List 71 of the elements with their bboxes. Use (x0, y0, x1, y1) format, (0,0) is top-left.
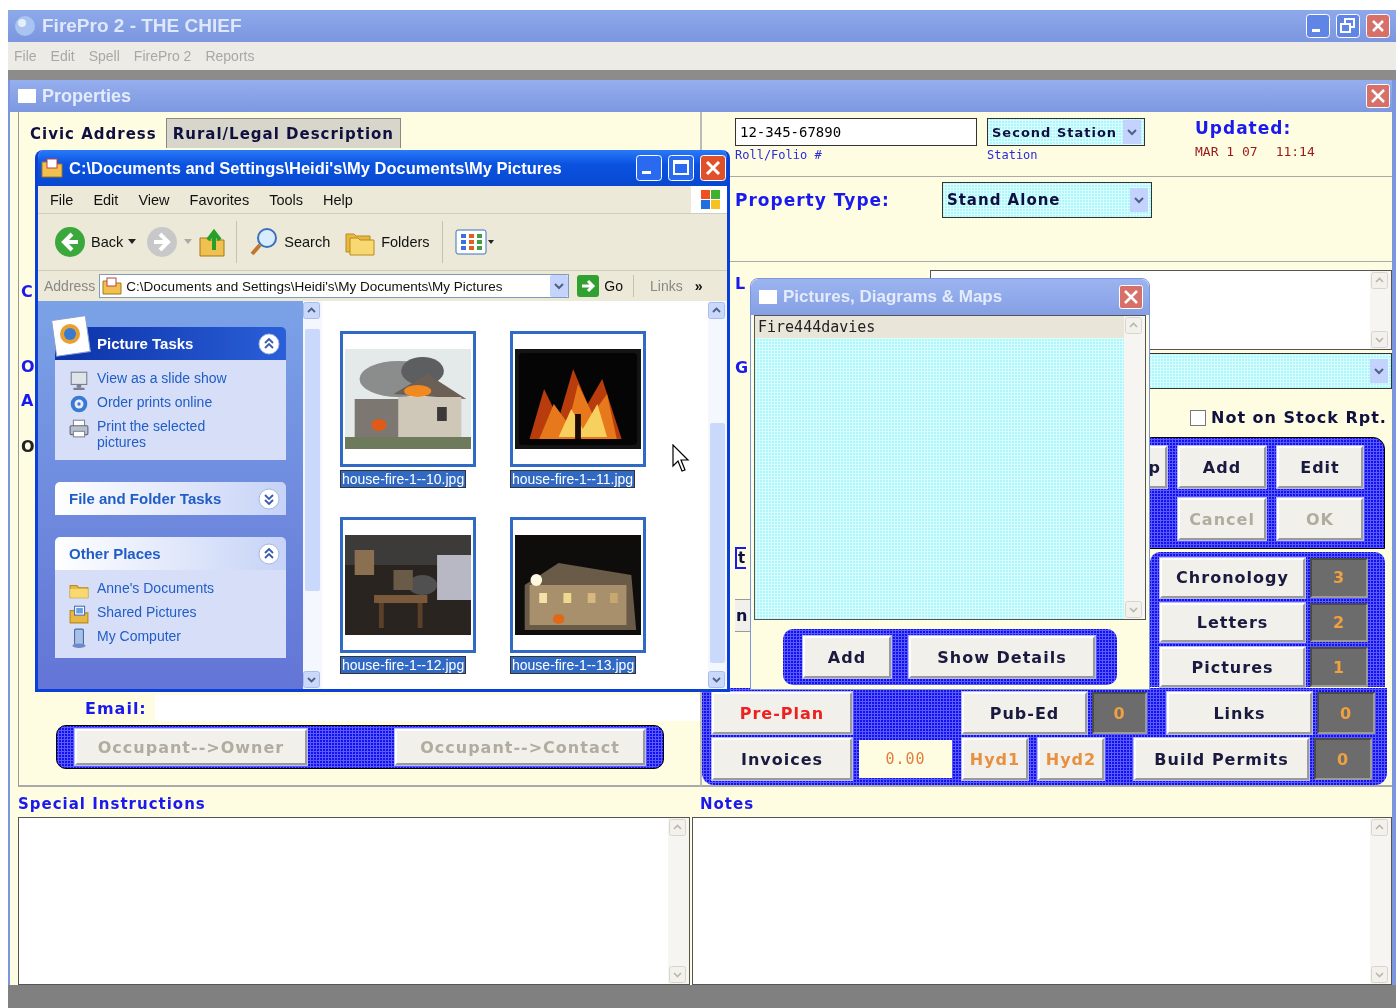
task-link[interactable]: Anne's Documents (97, 580, 215, 596)
field-caption: Station (987, 148, 1039, 162)
section-label: Notes (699, 795, 756, 815)
menu-item[interactable]: Favorites (189, 191, 250, 208)
label: O (21, 438, 36, 456)
go-button[interactable]: Go (573, 275, 635, 297)
invoices-button[interactable]: Invoices (712, 738, 852, 780)
address-field[interactable]: C:\Documents and Settings\Heidi's\My Documents\My Pictures (99, 274, 570, 298)
count-display: 0 (1092, 692, 1147, 734)
station-dropdown[interactable]: Second Station (987, 118, 1145, 146)
picture-list[interactable]: Fire444davies (754, 315, 1146, 620)
search-button[interactable]: Search (245, 223, 335, 261)
file-name[interactable]: house-fire-1--10.jpg (340, 470, 467, 488)
count-display: 0 (1317, 692, 1375, 734)
input-field[interactable]: t (735, 547, 747, 569)
file-name[interactable]: house-fire-1--13.jpg (510, 656, 637, 674)
pre-plan-button[interactable]: Pre-Plan (712, 692, 852, 734)
label: G (735, 359, 750, 377)
count-display: 3 (1310, 558, 1368, 598)
label: A (21, 392, 35, 410)
counter-button[interactable]: Chronology (1160, 558, 1305, 598)
task-link[interactable]: Shared Pictures (97, 604, 197, 620)
dialog-button[interactable]: Add (803, 636, 891, 678)
task-link[interactable]: Print the selected pictures (97, 418, 242, 450)
label: C (21, 283, 34, 301)
tab[interactable]: Rural/Legal Description (165, 118, 402, 148)
file-name[interactable]: house-fire-1--12.jpg (340, 656, 467, 674)
button[interactable]: n (735, 599, 752, 632)
updated-time: 11:14 (1275, 144, 1315, 159)
count-display: 1 (1310, 647, 1368, 687)
record-button[interactable]: Add (1178, 446, 1266, 488)
label: O (21, 358, 36, 376)
counter-button[interactable]: Pictures (1160, 647, 1305, 687)
menu-item[interactable]: View (138, 191, 170, 208)
checkbox-label: Not on Stock Rpt. (1211, 408, 1387, 427)
field-label: Email: (85, 698, 147, 718)
property-type-dropdown[interactable]: Stand Alone (941, 182, 1152, 218)
record-button[interactable]: Edit (1277, 446, 1363, 488)
list-item[interactable]: Fire444davies (755, 316, 1124, 338)
task-panel-header[interactable]: File and Folder Tasks (55, 482, 286, 515)
address-label: Address (44, 278, 96, 294)
window-title: Properties (42, 85, 133, 107)
folders-button[interactable]: Folders (340, 224, 434, 260)
file-name[interactable]: house-fire-1--11.jpg (510, 470, 636, 488)
count-display: 2 (1310, 602, 1368, 643)
section-label: Special Instructions (18, 795, 207, 815)
label: L (735, 275, 747, 293)
counter-button[interactable]: Letters (1160, 602, 1305, 643)
window-title: Pictures, Diagrams & Maps (783, 287, 1004, 307)
pub-ed-button[interactable]: Pub-Ed (962, 692, 1087, 734)
task-link[interactable]: My Computer (97, 628, 182, 644)
field-label: Property Type: (735, 190, 890, 210)
menu-item[interactable]: File (50, 191, 74, 208)
menu-item[interactable]: Help (323, 191, 353, 208)
roll-folio-field[interactable]: 12-345-67890 (735, 118, 977, 146)
window-title: FirePro 2 - THE CHIEF (42, 15, 243, 37)
count-display: 0 (1314, 738, 1372, 780)
updated-label: Updated: (1195, 118, 1292, 138)
task-panel-header[interactable]: Other Places (55, 537, 286, 570)
field-caption: Roll/Folio # (735, 148, 823, 162)
task-link[interactable]: View as a slide show (97, 370, 227, 386)
menu-item[interactable]: Tools (269, 191, 304, 208)
window-title: C:\Documents and Settings\Heidi's\My Documents\My Pictures (69, 158, 563, 178)
updated-date: MAR 1 07 (1195, 144, 1258, 159)
links-button[interactable]: Links (1167, 692, 1312, 734)
task-link[interactable]: Order prints online (97, 394, 213, 410)
back-button[interactable]: Back (50, 222, 141, 262)
more-chevron[interactable]: » (694, 278, 703, 294)
menu-item[interactable]: Edit (93, 191, 119, 208)
build-permits-button[interactable]: Build Permits (1134, 738, 1309, 780)
dialog-button[interactable]: Show Details (909, 636, 1095, 678)
